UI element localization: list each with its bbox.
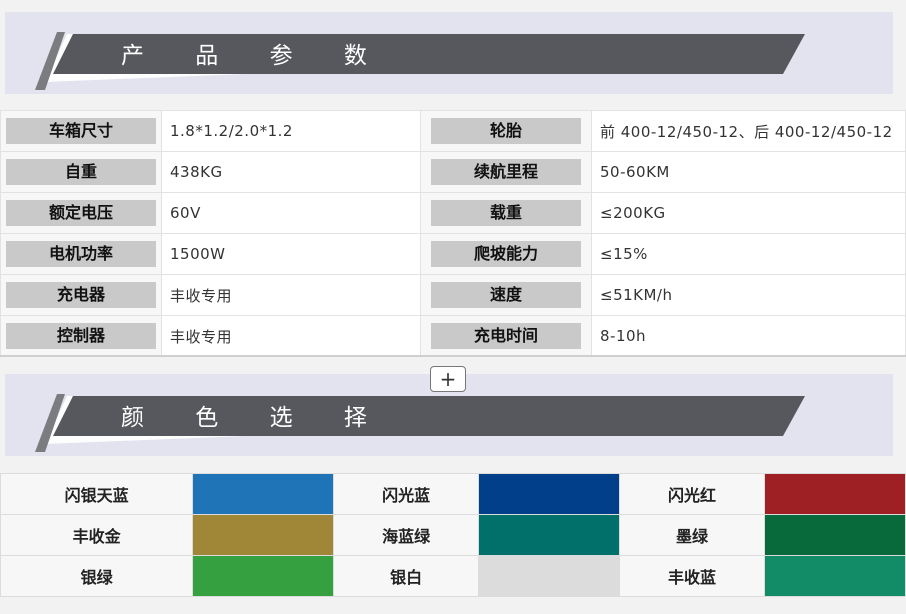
color-swatch	[764, 514, 906, 556]
color-swatch	[192, 473, 335, 515]
param-label-cell: 充电时间	[420, 315, 592, 357]
param-label-cell: 速度	[420, 274, 592, 316]
param-label: 车箱尺寸	[6, 118, 156, 144]
color-name: 墨绿	[619, 514, 765, 556]
color-name: 闪银天蓝	[0, 473, 194, 515]
color-name: 闪光红	[619, 473, 765, 515]
color-row: 银绿 银白 丰收蓝	[0, 555, 906, 597]
param-label-cell: 轮胎	[420, 110, 592, 152]
param-value: 1.8*1.2/2.0*1.2	[161, 110, 421, 152]
param-label-cell: 自重	[0, 151, 162, 193]
param-label: 充电时间	[431, 323, 581, 349]
param-label-cell: 爬坡能力	[420, 233, 592, 275]
expand-button[interactable]: +	[430, 366, 466, 392]
param-row: 电机功率 1500W 爬坡能力 ≤15%	[0, 233, 906, 275]
param-value: ≤51KM/h	[591, 274, 906, 316]
param-row: 控制器 丰收专用 充电时间 8-10h	[0, 315, 906, 357]
param-label-cell: 载重	[420, 192, 592, 234]
color-swatch	[478, 555, 621, 597]
param-label-cell: 额定电压	[0, 192, 162, 234]
param-label: 控制器	[6, 323, 156, 349]
color-name: 银白	[333, 555, 480, 597]
param-value: 丰收专用	[161, 274, 421, 316]
param-label: 电机功率	[6, 241, 156, 267]
color-name: 银绿	[0, 555, 194, 597]
param-value: 438KG	[161, 151, 421, 193]
param-label-cell: 续航里程	[420, 151, 592, 193]
color-name: 丰收蓝	[619, 555, 765, 597]
param-label-cell: 控制器	[0, 315, 162, 357]
color-options-table: 闪银天蓝 闪光蓝 闪光红丰收金 海蓝绿 墨绿银绿 银白 丰收蓝	[0, 473, 906, 597]
color-swatch	[764, 555, 906, 597]
param-value: 60V	[161, 192, 421, 234]
param-label: 速度	[431, 282, 581, 308]
product-params-table: 车箱尺寸 1.8*1.2/2.0*1.2 轮胎前 400-12/450-12、后 4…	[0, 110, 906, 357]
param-value: 8-10h	[591, 315, 906, 357]
param-row: 自重 438KG 续航里程 50-60KM	[0, 151, 906, 193]
param-value: 前 400-12/450-12、后 400-12/450-12	[591, 110, 906, 152]
color-name: 丰收金	[0, 514, 194, 556]
param-label-cell: 电机功率	[0, 233, 162, 275]
param-value: ≤15%	[591, 233, 906, 275]
param-label: 载重	[431, 200, 581, 226]
param-label: 续航里程	[431, 159, 581, 185]
param-value: 50-60KM	[591, 151, 906, 193]
color-swatch	[478, 473, 621, 515]
color-row: 丰收金 海蓝绿 墨绿	[0, 514, 906, 556]
param-row: 额定电压 60V 载重 ≤200KG	[0, 192, 906, 234]
color-name: 闪光蓝	[333, 473, 480, 515]
param-row: 充电器 丰收专用 速度 ≤51KM/h	[0, 274, 906, 316]
color-swatch	[192, 514, 335, 556]
section-divider	[0, 355, 906, 357]
param-label-cell: 充电器	[0, 274, 162, 316]
colors-section-title: 颜 色 选 择	[121, 405, 389, 431]
color-swatch	[764, 473, 906, 515]
params-section-banner: 产 品 参 数	[5, 12, 893, 94]
param-value: ≤200KG	[591, 192, 906, 234]
color-swatch	[478, 514, 621, 556]
param-label: 爬坡能力	[431, 241, 581, 267]
param-value: 丰收专用	[161, 315, 421, 357]
color-name: 海蓝绿	[333, 514, 480, 556]
param-label: 额定电压	[6, 200, 156, 226]
param-label: 轮胎	[431, 118, 581, 144]
color-row: 闪银天蓝 闪光蓝 闪光红	[0, 473, 906, 515]
param-label: 充电器	[6, 282, 156, 308]
params-section-title: 产 品 参 数	[121, 43, 389, 69]
param-label-cell: 车箱尺寸	[0, 110, 162, 152]
param-value: 1500W	[161, 233, 421, 275]
param-label: 自重	[6, 159, 156, 185]
param-row: 车箱尺寸 1.8*1.2/2.0*1.2 轮胎前 400-12/450-12、后 4…	[0, 110, 906, 152]
color-swatch	[192, 555, 335, 597]
